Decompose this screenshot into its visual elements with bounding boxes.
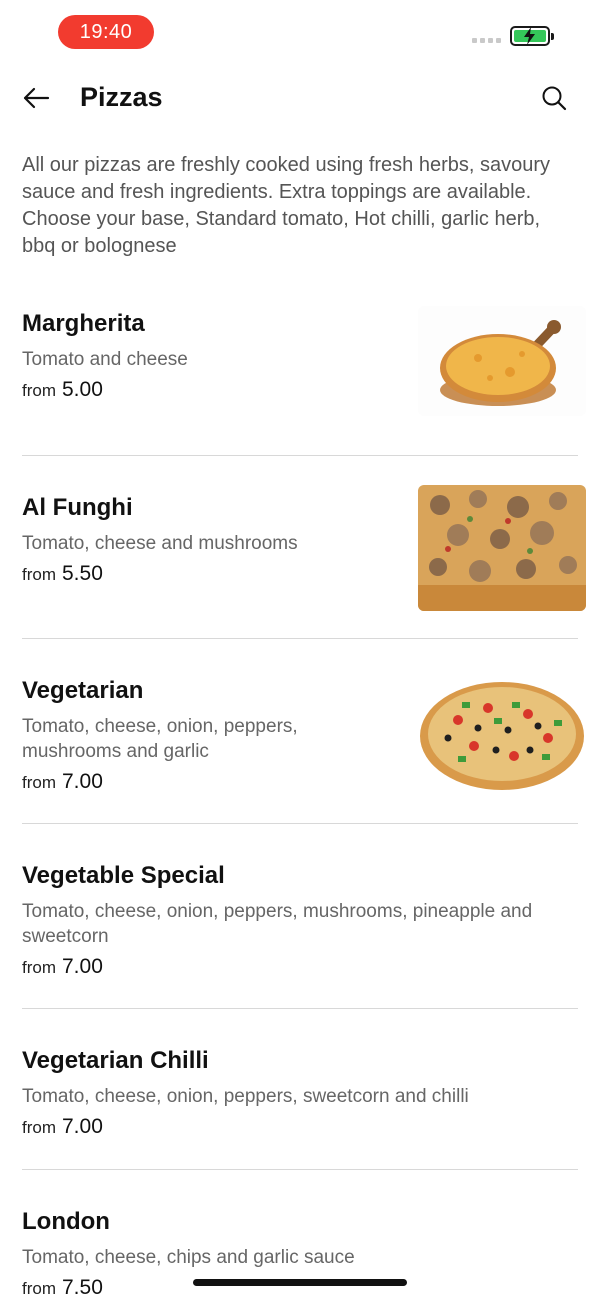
menu-item[interactable]: Margherita Tomato and cheese from 5.00: [0, 290, 600, 456]
item-name: London: [22, 1208, 110, 1235]
category-description: All our pizzas are freshly cooked using …: [22, 154, 551, 257]
menu-item[interactable]: Vegetarian Tomato, cheese, onion, pepper…: [0, 639, 600, 824]
price-value: 7.00: [62, 955, 103, 978]
price-from-label: from: [22, 958, 56, 977]
item-description: Tomato, cheese, chips and garlic sauce: [22, 1247, 355, 1268]
price-value: 7.50: [62, 1276, 103, 1298]
price-from-label: from: [22, 773, 56, 792]
item-name: Vegetarian: [22, 677, 144, 704]
price-from-label: from: [22, 565, 56, 584]
price-value: 7.00: [62, 1115, 103, 1138]
item-price: from 7.00: [22, 1115, 103, 1139]
item-price: from 5.00: [22, 378, 103, 402]
pizza-vegetarian-image: [418, 672, 586, 796]
price-value: 5.00: [62, 378, 103, 401]
item-description: Tomato, cheese, onion, peppers, mushroom…: [22, 716, 298, 762]
price-value: 5.50: [62, 562, 103, 585]
back-button[interactable]: [18, 80, 54, 116]
pizza-al-funghi-image: [418, 485, 586, 611]
price-value: 7.00: [62, 770, 103, 793]
item-name: Vegetarian Chilli: [22, 1047, 209, 1074]
signal-icon: [472, 38, 501, 43]
item-description: Tomato, cheese, onion, peppers, sweetcor…: [22, 1086, 469, 1107]
menu-item[interactable]: Al Funghi Tomato, cheese and mushrooms f…: [0, 456, 600, 639]
item-description: Tomato and cheese: [22, 349, 188, 370]
search-icon: [542, 86, 567, 111]
app-header: Pizzas: [0, 64, 600, 132]
pizza-margherita-image: [418, 306, 586, 416]
price-from-label: from: [22, 381, 56, 400]
item-price: from 7.00: [22, 770, 103, 794]
item-name: Vegetable Special: [22, 862, 225, 889]
item-description: Tomato, cheese and mushrooms: [22, 533, 298, 554]
item-name: Margherita: [22, 310, 145, 337]
item-price: from 5.50: [22, 562, 103, 586]
status-bar: 19:40: [0, 0, 600, 64]
battery-icon: [510, 26, 554, 46]
menu-list: Margherita Tomato and cheese from 5.00 A…: [0, 290, 600, 1298]
item-name: Al Funghi: [22, 494, 133, 521]
search-button[interactable]: [536, 80, 572, 116]
price-from-label: from: [22, 1118, 56, 1137]
menu-item[interactable]: Vegetable Special Tomato, cheese, onion,…: [0, 824, 600, 1009]
status-time: 19:40: [58, 15, 154, 49]
price-from-label: from: [22, 1279, 56, 1298]
arrow-left-icon: [23, 87, 50, 109]
item-description: Tomato, cheese, onion, peppers, mushroom…: [22, 901, 533, 947]
page-title: Pizzas: [80, 82, 163, 112]
menu-item[interactable]: Vegetarian Chilli Tomato, cheese, onion,…: [0, 1009, 600, 1170]
item-price: from 7.50: [22, 1276, 103, 1298]
item-price: from 7.00: [22, 955, 103, 979]
home-indicator[interactable]: [193, 1279, 407, 1286]
